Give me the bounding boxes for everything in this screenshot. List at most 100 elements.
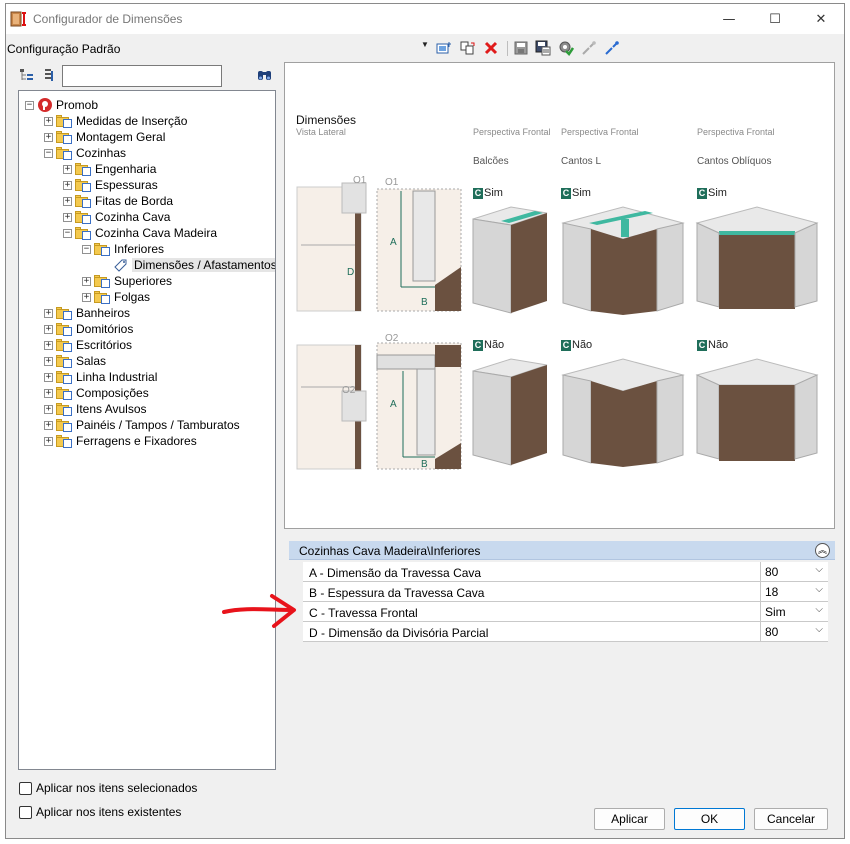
apply-settings-icon[interactable] — [557, 40, 575, 56]
tree-item[interactable]: + Itens Avulsos — [44, 401, 147, 417]
tree-item-label: Banheiros — [76, 306, 131, 320]
promob-logo-icon — [38, 98, 52, 112]
new-item-icon[interactable] — [435, 40, 453, 56]
collapse-category-icon[interactable]: ︽ — [815, 543, 830, 558]
tree-item[interactable]: − Promob — [25, 97, 98, 113]
list-view-icon[interactable] — [40, 67, 58, 83]
tree-item[interactable]: + Superiores — [82, 273, 172, 289]
tree-item[interactable]: − Cozinha Cava Madeira — [63, 225, 217, 241]
tree-item[interactable]: + Montagem Geral — [44, 129, 165, 145]
tree-item[interactable]: − Cozinhas — [44, 145, 126, 161]
collapse-icon[interactable]: − — [82, 244, 91, 254]
property-value-select[interactable]: 18 ⌵ — [760, 582, 827, 601]
binoculars-icon[interactable] — [256, 67, 274, 83]
apply-existing-checkbox[interactable] — [19, 805, 32, 819]
tree-item[interactable]: + Escritórios — [44, 337, 132, 353]
expand-icon[interactable]: + — [44, 404, 53, 414]
property-name: A - Dimensão da Travessa Cava — [309, 566, 482, 580]
expand-icon[interactable]: + — [44, 340, 53, 350]
tree-item[interactable]: + Fitas de Borda — [63, 193, 173, 209]
delete-icon[interactable] — [482, 40, 500, 56]
copy-item-icon[interactable] — [459, 40, 477, 56]
expand-icon[interactable]: + — [44, 436, 53, 446]
tree-item[interactable]: + Salas — [44, 353, 106, 369]
expand-icon[interactable]: + — [44, 324, 53, 334]
chevron-down-icon[interactable]: ⌵ — [815, 564, 823, 575]
ok-button[interactable]: OK — [674, 808, 745, 830]
save-as-icon[interactable] — [534, 40, 552, 56]
category-cantos-l: Cantos L — [561, 156, 602, 167]
collapse-icon[interactable]: − — [63, 228, 72, 238]
maximize-button[interactable]: ☐ — [752, 4, 798, 34]
property-value-select[interactable]: 80 ⌵ — [760, 622, 827, 641]
expand-icon[interactable]: + — [63, 212, 72, 222]
tree-item[interactable]: − Inferiores — [82, 241, 164, 257]
expand-icon[interactable]: + — [63, 180, 72, 190]
tree-item[interactable]: + Medidas de Inserção — [44, 113, 187, 129]
tree-item[interactable]: + Banheiros — [44, 305, 130, 321]
cancel-button[interactable]: Cancelar — [754, 808, 828, 830]
option-no-cantos-l: C Não — [561, 339, 593, 351]
expand-icon[interactable]: + — [44, 308, 53, 318]
expand-icon[interactable]: + — [82, 276, 91, 286]
tree-item[interactable]: + Ferragens e Fixadores — [44, 433, 197, 449]
perspective-label-cantos-obliquos: Perspectiva Frontal — [697, 127, 775, 137]
tree-search-input[interactable] — [62, 65, 222, 87]
expand-link-icon[interactable] — [603, 40, 621, 56]
window-title: Configurador de Dimensões — [33, 12, 183, 26]
a-label: A — [390, 237, 397, 248]
d-label: D — [347, 267, 354, 278]
folder-icon — [75, 178, 92, 192]
expand-icon[interactable]: + — [44, 372, 53, 382]
property-value: 18 — [765, 585, 779, 599]
collapse-icon[interactable]: − — [25, 100, 34, 110]
configuration-select-value[interactable]: Configuração Padrão — [7, 42, 120, 56]
property-name: D - Dimensão da Divisória Parcial — [309, 626, 489, 640]
folder-icon — [94, 290, 111, 304]
collapse-icon[interactable]: − — [44, 148, 53, 158]
expand-icon[interactable]: + — [44, 388, 53, 398]
chevron-down-icon[interactable]: ⌵ — [815, 624, 823, 635]
configuration-dropdown-arrow[interactable]: ▼ — [421, 40, 429, 49]
option-no-balcoes: C Não — [473, 339, 505, 351]
perspective-label-cantos-l: Perspectiva Frontal — [561, 127, 639, 137]
preview-subtitle: Vista Lateral — [296, 127, 346, 137]
property-value-select[interactable]: 80 ⌵ — [760, 562, 827, 581]
folder-icon — [56, 114, 73, 128]
configuration-toolbar: Configuração Padrão ▼ — [6, 35, 844, 61]
tree-item[interactable]: + Composições — [44, 385, 149, 401]
apply-existing-option[interactable]: Aplicar nos itens existentes — [19, 805, 181, 819]
tree-item[interactable]: Dimensões / Afastamentos — [101, 257, 275, 273]
tree-item[interactable]: + Cozinha Cava — [63, 209, 170, 225]
chevron-down-icon[interactable]: ⌵ — [815, 604, 823, 615]
expand-icon[interactable]: + — [82, 292, 91, 302]
expand-icon[interactable]: + — [44, 356, 53, 366]
tree-item[interactable]: + Domitórios — [44, 321, 133, 337]
folder-icon — [56, 434, 73, 448]
expand-icon[interactable]: + — [44, 420, 53, 430]
tree-item[interactable]: + Engenharia — [63, 161, 156, 177]
apply-selected-checkbox[interactable] — [19, 781, 32, 795]
expand-icon[interactable]: + — [44, 132, 53, 142]
close-button[interactable]: ✕ — [798, 4, 844, 34]
cabinet-balcao-nao — [472, 358, 548, 466]
chevron-down-icon[interactable]: ⌵ — [815, 584, 823, 595]
expand-icon[interactable]: + — [63, 164, 72, 174]
a-label-o2: A — [390, 399, 397, 410]
tree-item[interactable]: + Espessuras — [63, 177, 158, 193]
apply-selected-option[interactable]: Aplicar nos itens selecionados — [19, 781, 197, 795]
collapse-link-icon[interactable] — [580, 40, 598, 56]
folder-icon — [94, 242, 111, 256]
save-icon[interactable] — [512, 40, 530, 56]
property-value-select[interactable]: Sim ⌵ — [760, 602, 827, 621]
tree-item-label: Dimensões / Afastamentos — [132, 258, 275, 272]
tree-item[interactable]: + Folgas — [82, 289, 150, 305]
expand-icon[interactable]: + — [44, 116, 53, 126]
property-name: B - Espessura da Travessa Cava — [309, 586, 485, 600]
expand-icon[interactable]: + — [63, 196, 72, 206]
minimize-button[interactable]: — — [706, 4, 752, 34]
tree-view-icon[interactable] — [18, 67, 36, 83]
apply-button[interactable]: Aplicar — [594, 808, 665, 830]
tree-item[interactable]: + Painéis / Tampos / Tamburatos — [44, 417, 240, 433]
tree-item[interactable]: + Linha Industrial — [44, 369, 157, 385]
